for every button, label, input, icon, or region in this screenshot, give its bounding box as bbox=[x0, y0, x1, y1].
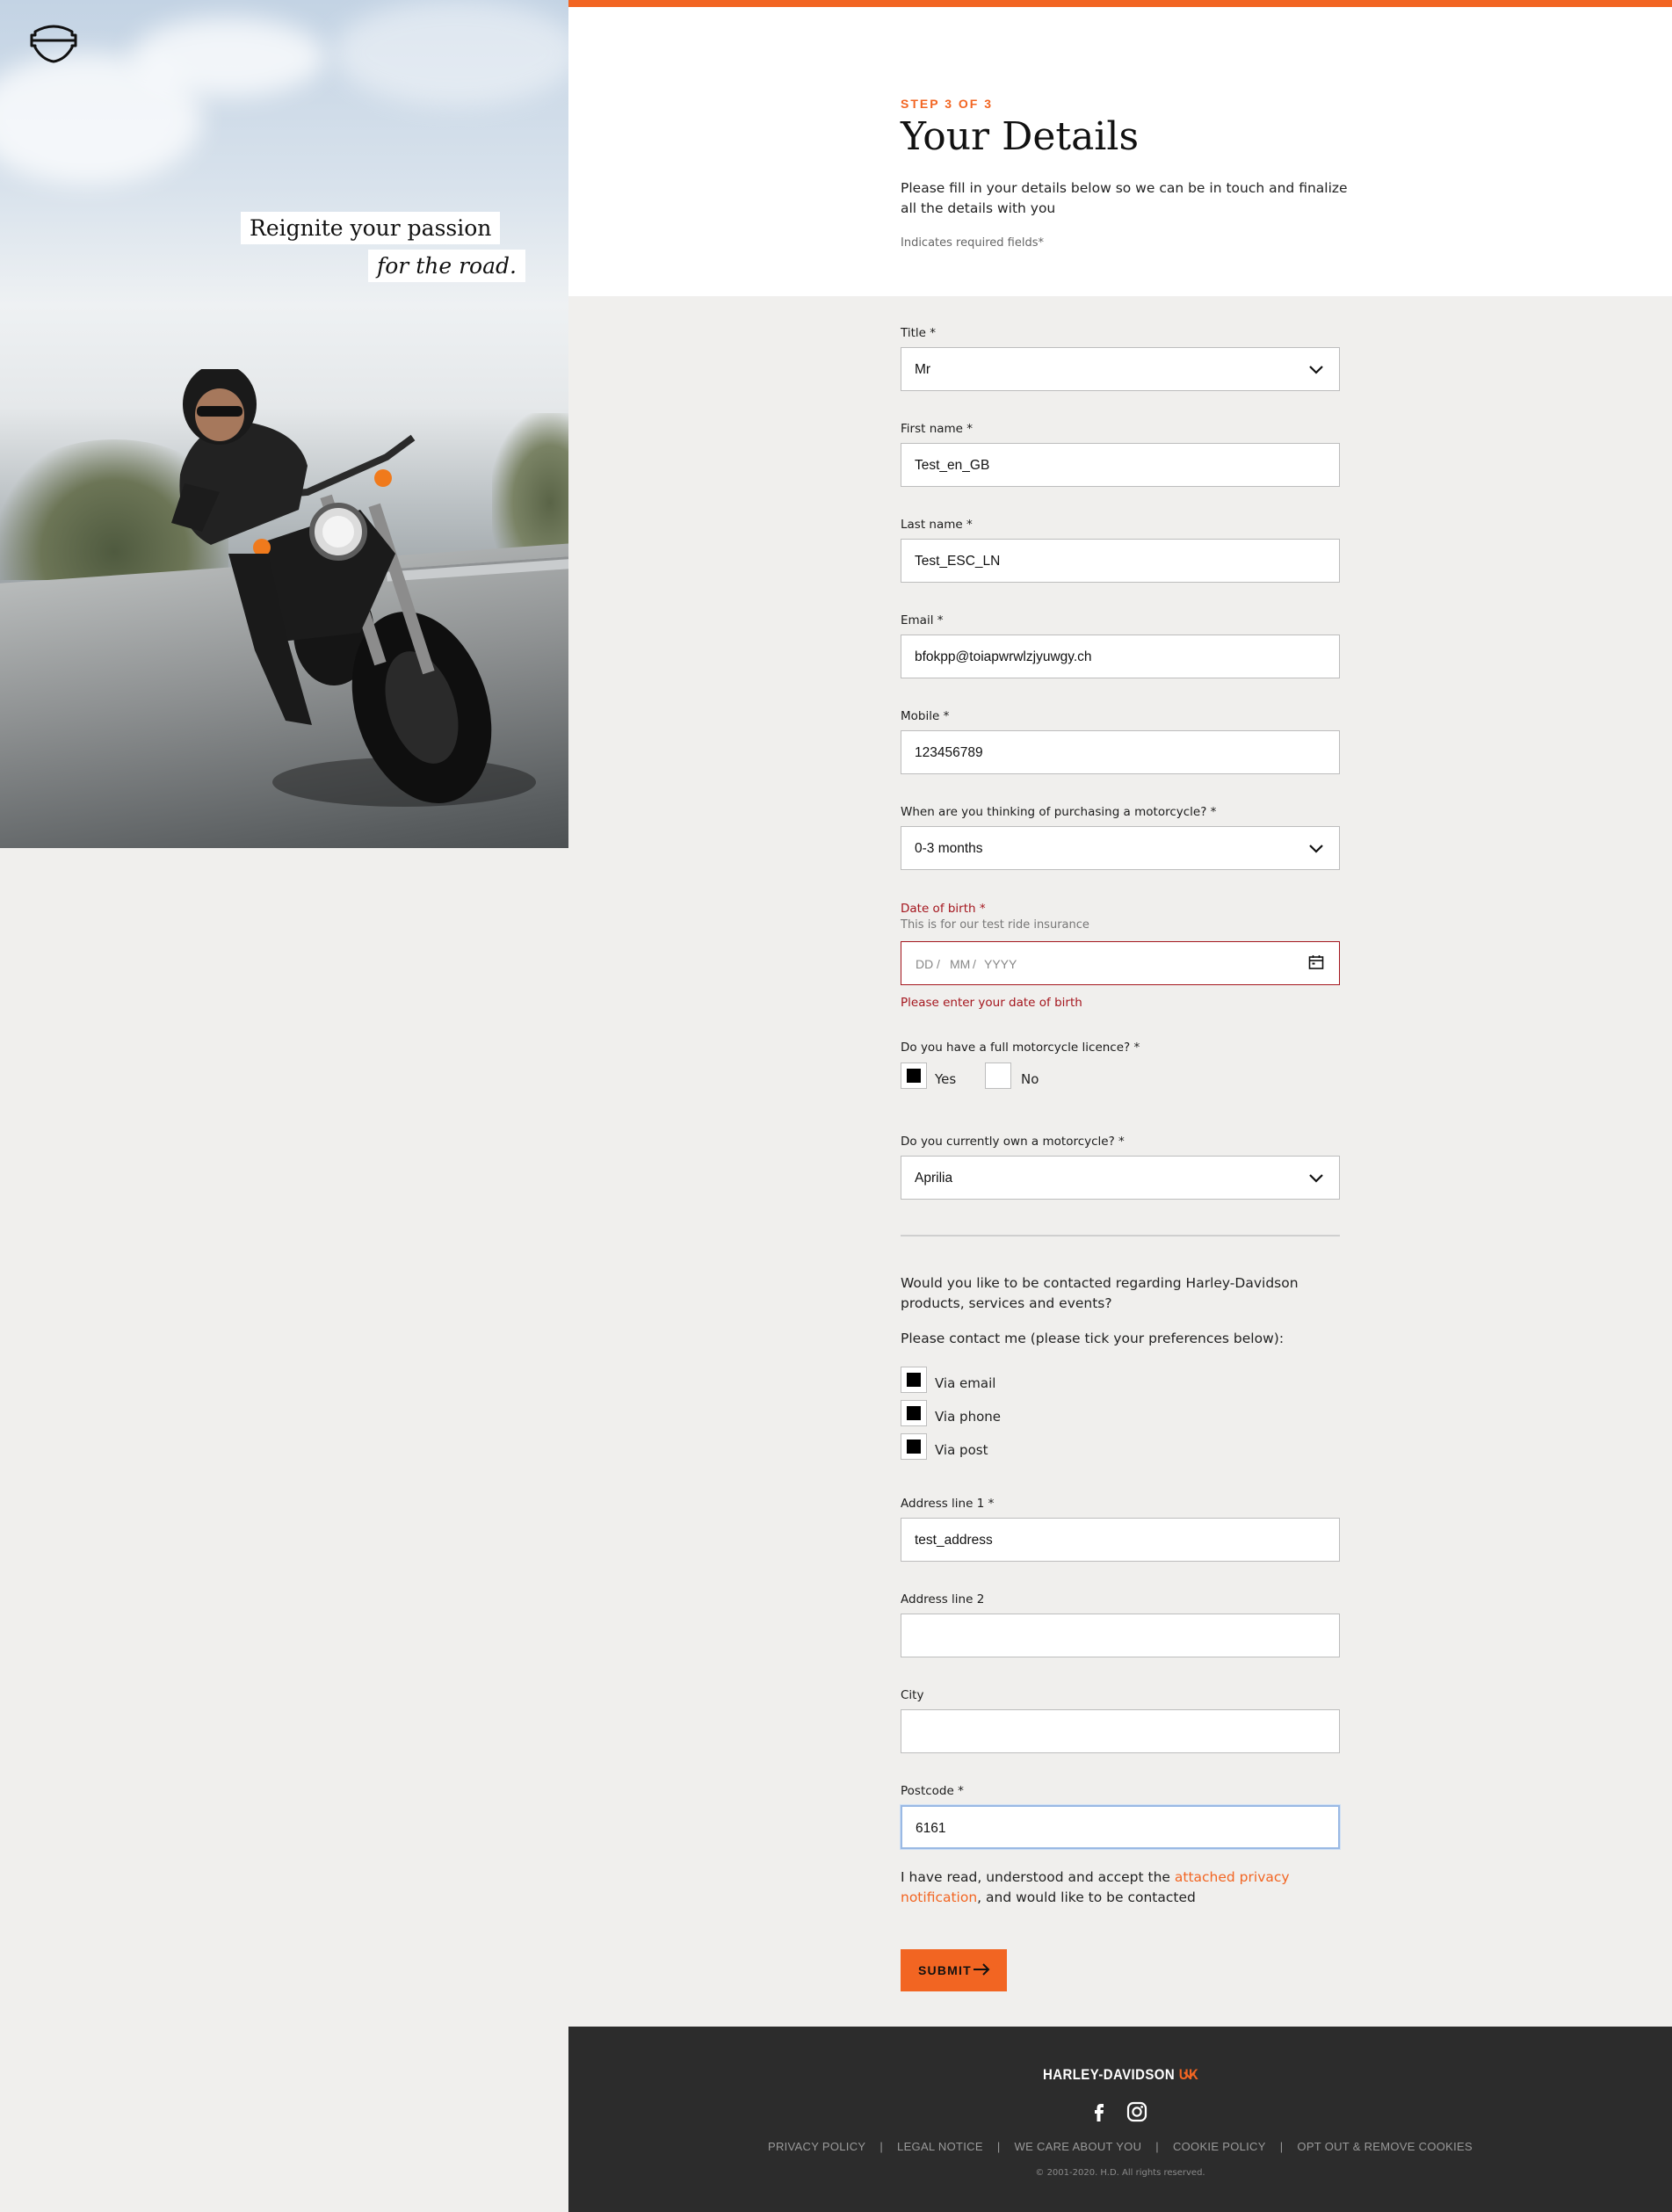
accent-top-bar bbox=[568, 0, 1672, 7]
own-motorcycle-value: Aprilia bbox=[915, 1171, 953, 1186]
dob-input[interactable]: DD / MM / YYYY bbox=[901, 941, 1340, 985]
email-value: bfokpp@toiapwrwlzjyuwgy.ch bbox=[915, 649, 1092, 664]
privacy-consent-text: I have read, understood and accept the a… bbox=[901, 1868, 1349, 1908]
footer-brand-selector[interactable]: HARLEY-DAVIDSON UK bbox=[1043, 2066, 1198, 2084]
purchase-timing-value: 0-3 months bbox=[915, 841, 983, 856]
dob-separator: / bbox=[973, 957, 976, 971]
contact-email-checkbox[interactable] bbox=[901, 1367, 927, 1393]
postcode-label: Postcode * bbox=[901, 1784, 964, 1798]
licence-no-checkbox[interactable] bbox=[985, 1062, 1011, 1089]
title-select-value: Mr bbox=[915, 362, 931, 377]
address1-input[interactable]: test_address bbox=[901, 1518, 1340, 1562]
motorcyclist-illustration bbox=[171, 369, 536, 807]
licence-no-label: No bbox=[1021, 1071, 1039, 1087]
address1-value: test_address bbox=[915, 1533, 993, 1548]
required-fields-note: Indicates required fields* bbox=[901, 236, 1044, 250]
email-label: Email * bbox=[901, 613, 944, 627]
dob-month-placeholder[interactable]: MM bbox=[950, 957, 970, 971]
hero-tagline-line2: for the road. bbox=[368, 250, 525, 282]
footer-links: PRIVACY POLICY | LEGAL NOTICE | WE CARE ABOU… bbox=[767, 2140, 1473, 2153]
chevron-down-icon bbox=[1309, 366, 1323, 374]
address2-label: Address line 2 bbox=[901, 1592, 985, 1606]
footer-brand: HARLEY-DAVIDSON bbox=[1043, 2066, 1176, 2083]
chevron-down-icon[interactable] bbox=[1182, 2067, 1198, 2083]
address2-input[interactable] bbox=[901, 1614, 1340, 1657]
mobile-label: Mobile * bbox=[901, 709, 950, 723]
chevron-down-icon bbox=[1309, 1174, 1323, 1183]
contact-phone-checkbox[interactable] bbox=[901, 1400, 927, 1426]
privacy-text-after: , and would like to be contacted bbox=[977, 1889, 1196, 1905]
bar-and-shield-icon[interactable] bbox=[28, 23, 79, 63]
submit-label: SUBMIT bbox=[918, 1963, 972, 1977]
footer bbox=[568, 2027, 1672, 2212]
purchase-timing-label: When are you thinking of purchasing a mo… bbox=[901, 805, 1217, 819]
city-input[interactable] bbox=[901, 1709, 1340, 1753]
intro-text: Please fill in your details below so we … bbox=[901, 180, 1348, 216]
dob-hint: This is for our test ride insurance bbox=[901, 918, 1089, 932]
licence-yes-checkbox[interactable] bbox=[901, 1062, 927, 1089]
submit-button[interactable]: SUBMIT bbox=[901, 1949, 1007, 1991]
chevron-down-icon bbox=[1309, 845, 1323, 853]
licence-yes-label: Yes bbox=[935, 1071, 957, 1087]
mobile-value: 123456789 bbox=[915, 745, 983, 760]
contact-post-label: Via post bbox=[935, 1442, 988, 1458]
postcode-input[interactable]: 6161 bbox=[901, 1805, 1340, 1849]
contact-question: Would you like to be contacted regarding… bbox=[901, 1275, 1299, 1311]
address1-label: Address line 1 * bbox=[901, 1497, 995, 1511]
page-title: Your Details bbox=[901, 114, 1140, 159]
arrow-right-icon bbox=[974, 1963, 990, 1976]
dob-error-message: Please enter your date of birth bbox=[901, 996, 1082, 1010]
title-select[interactable]: Mr bbox=[901, 347, 1340, 391]
footer-link-we-care[interactable]: WE CARE ABOUT YOU bbox=[1015, 2140, 1142, 2153]
instagram-icon[interactable] bbox=[1126, 2100, 1148, 2123]
contact-prefs-intro: Please contact me (please tick your pref… bbox=[901, 1331, 1285, 1346]
dob-separator: / bbox=[937, 957, 940, 971]
dob-label: Date of birth * bbox=[901, 902, 986, 916]
first-name-value: Test_en_GB bbox=[915, 458, 990, 473]
facebook-icon[interactable] bbox=[1088, 2100, 1111, 2123]
last-name-label: Last name * bbox=[901, 518, 973, 532]
footer-link-cookie-policy[interactable]: COOKIE POLICY bbox=[1173, 2140, 1266, 2153]
hero-image bbox=[0, 0, 568, 848]
copyright: © 2001-2020. H.D. All rights reserved. bbox=[1035, 2168, 1205, 2178]
privacy-text-before: I have read, understood and accept the bbox=[901, 1869, 1175, 1885]
hero-tagline-line1: Reignite your passion bbox=[241, 212, 501, 244]
first-name-label: First name * bbox=[901, 422, 974, 436]
contact-phone-label: Via phone bbox=[935, 1409, 1001, 1425]
title-label: Title * bbox=[901, 326, 936, 340]
section-divider bbox=[901, 1235, 1340, 1237]
dob-year-placeholder[interactable]: YYYY bbox=[984, 957, 1017, 971]
step-indicator: STEP 3 OF 3 bbox=[901, 97, 993, 111]
footer-link-legal-notice[interactable]: LEGAL NOTICE bbox=[897, 2140, 983, 2153]
licence-label: Do you have a full motorcycle licence? * bbox=[901, 1041, 1140, 1055]
city-label: City bbox=[901, 1688, 924, 1702]
footer-link-opt-out[interactable]: OPT OUT & REMOVE COOKIES bbox=[1297, 2140, 1473, 2153]
purchase-timing-select[interactable]: 0-3 months bbox=[901, 826, 1340, 870]
first-name-input[interactable]: Test_en_GB bbox=[901, 443, 1340, 487]
calendar-icon[interactable] bbox=[1307, 954, 1325, 971]
mobile-input[interactable]: 123456789 bbox=[901, 730, 1340, 774]
postcode-value: 6161 bbox=[916, 1821, 946, 1836]
email-input[interactable]: bfokpp@toiapwrwlzjyuwgy.ch bbox=[901, 635, 1340, 678]
contact-email-label: Via email bbox=[935, 1375, 996, 1391]
footer-link-privacy-policy[interactable]: PRIVACY POLICY bbox=[768, 2140, 865, 2153]
own-motorcycle-label: Do you currently own a motorcycle? * bbox=[901, 1135, 1125, 1149]
contact-post-checkbox[interactable] bbox=[901, 1433, 927, 1460]
own-motorcycle-select[interactable]: Aprilia bbox=[901, 1156, 1340, 1200]
last-name-input[interactable]: Test_ESC_LN bbox=[901, 539, 1340, 583]
dob-day-placeholder[interactable]: DD bbox=[916, 957, 933, 971]
last-name-value: Test_ESC_LN bbox=[915, 554, 1001, 569]
